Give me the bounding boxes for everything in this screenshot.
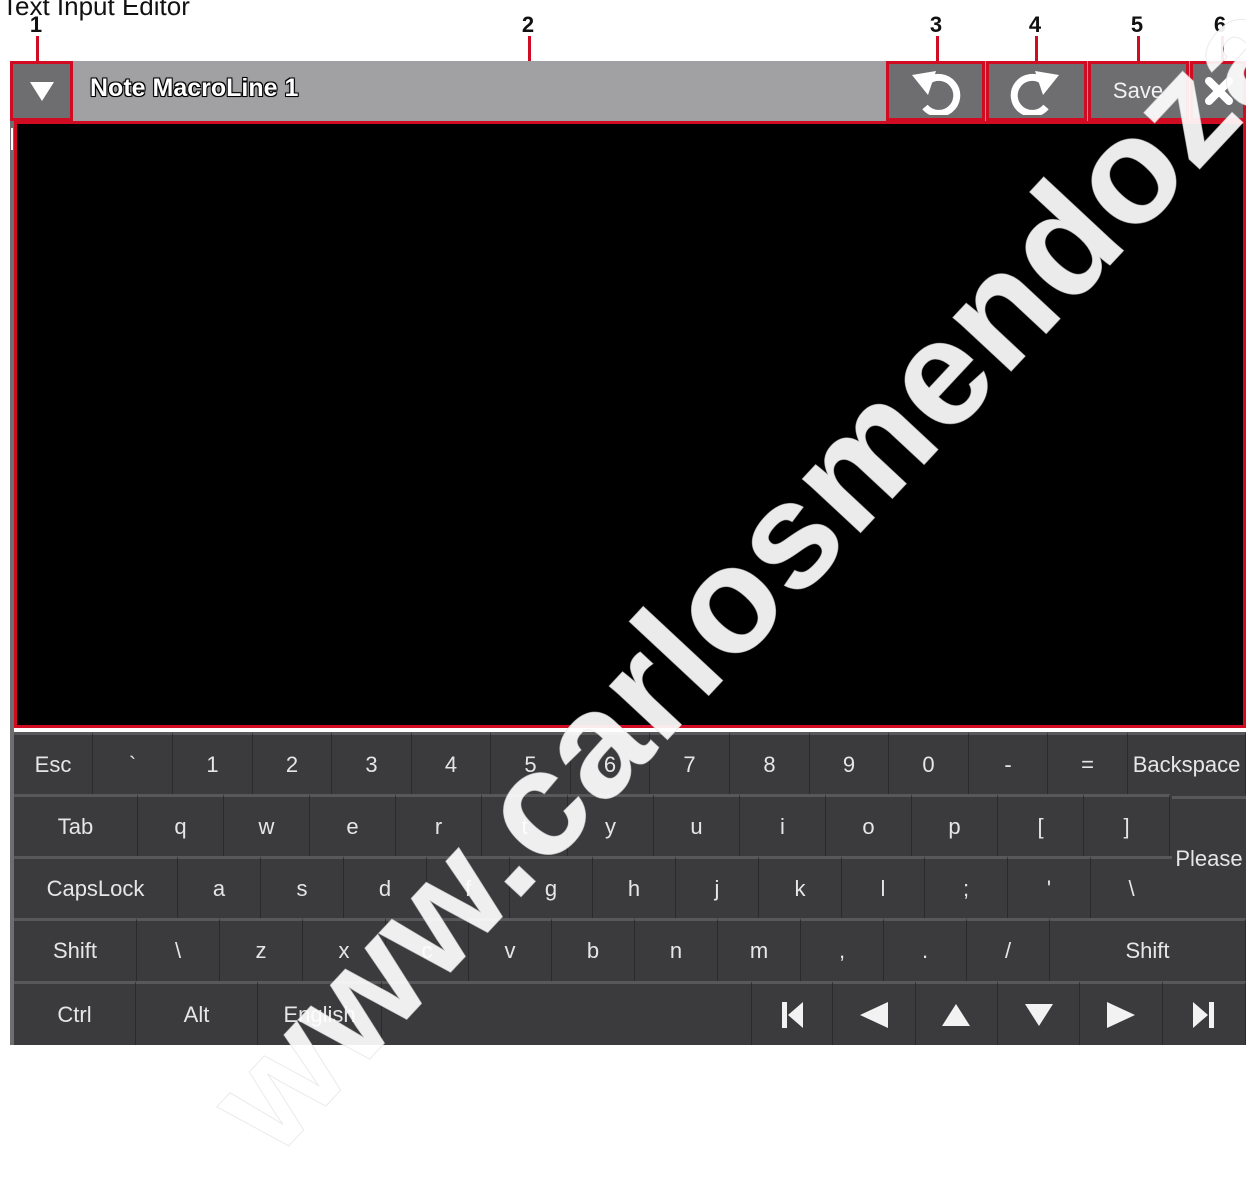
key-c[interactable]: c bbox=[386, 918, 469, 981]
key-b[interactable]: b bbox=[552, 918, 635, 981]
key-v[interactable]: v bbox=[469, 918, 552, 981]
key-j[interactable]: j bbox=[676, 856, 759, 918]
arrow-down-icon bbox=[1024, 1003, 1053, 1026]
key-equals[interactable]: = bbox=[1048, 732, 1128, 794]
key-u[interactable]: u bbox=[654, 794, 740, 856]
key-o[interactable]: o bbox=[826, 794, 912, 856]
callout-2: 2 bbox=[521, 12, 535, 37]
arrow-right-icon bbox=[1107, 1001, 1135, 1028]
key-minus[interactable]: - bbox=[969, 732, 1048, 794]
key-shift-left[interactable]: Shift bbox=[14, 918, 137, 981]
callout-line-3 bbox=[936, 36, 939, 62]
highlight-box-close bbox=[1190, 61, 1246, 121]
key-arrow-up[interactable] bbox=[915, 981, 999, 1045]
callout-5: 5 bbox=[1130, 12, 1144, 37]
key-i[interactable]: i bbox=[740, 794, 826, 856]
key-capslock[interactable]: CapsLock bbox=[14, 856, 178, 918]
key-y[interactable]: y bbox=[568, 794, 654, 856]
callout-line-1 bbox=[36, 36, 39, 62]
text-editor-area[interactable] bbox=[14, 121, 1246, 728]
keyboard-row-4: Shift \ z x c v b n m , . / Shift bbox=[14, 918, 1246, 981]
key-comma[interactable]: , bbox=[801, 918, 884, 981]
key-n[interactable]: n bbox=[635, 918, 718, 981]
key-apostrophe[interactable]: ' bbox=[1008, 856, 1091, 918]
key-5[interactable]: 5 bbox=[491, 732, 571, 794]
key-home[interactable] bbox=[752, 981, 834, 1045]
skip-to-end-icon bbox=[1192, 1001, 1214, 1028]
key-esc[interactable]: Esc bbox=[14, 732, 93, 794]
key-backtick[interactable]: ` bbox=[93, 732, 173, 794]
key-tab[interactable]: Tab bbox=[14, 794, 138, 856]
key-arrow-left[interactable] bbox=[833, 981, 916, 1045]
key-0[interactable]: 0 bbox=[889, 732, 969, 794]
text-caret bbox=[11, 128, 13, 150]
key-semicolon[interactable]: ; bbox=[925, 856, 1008, 918]
highlight-box-save bbox=[1088, 61, 1189, 121]
key-3[interactable]: 3 bbox=[332, 732, 412, 794]
key-l[interactable]: l bbox=[842, 856, 925, 918]
callout-3: 3 bbox=[929, 12, 943, 37]
key-shift-right[interactable]: Shift bbox=[1050, 918, 1246, 981]
key-backspace[interactable]: Backspace bbox=[1128, 732, 1246, 794]
key-4[interactable]: 4 bbox=[412, 732, 491, 794]
callout-4: 4 bbox=[1028, 12, 1042, 37]
key-space[interactable] bbox=[382, 981, 753, 1045]
keyboard-row-5: Ctrl Alt English bbox=[14, 981, 1246, 1045]
key-e[interactable]: e bbox=[310, 794, 396, 856]
key-q[interactable]: q bbox=[138, 794, 224, 856]
key-8[interactable]: 8 bbox=[730, 732, 810, 794]
highlight-box-undo bbox=[886, 61, 985, 121]
key-t[interactable]: t bbox=[482, 794, 568, 856]
key-language-english[interactable]: English bbox=[258, 981, 383, 1045]
keyboard-row-2: Tab q w e r t y u i o p [ ] bbox=[14, 794, 1246, 856]
key-a[interactable]: a bbox=[178, 856, 261, 918]
callout-1: 1 bbox=[29, 12, 43, 37]
key-left-bracket[interactable]: [ bbox=[998, 794, 1084, 856]
arrow-left-icon bbox=[860, 1001, 889, 1028]
highlight-box-menu bbox=[10, 61, 73, 121]
key-z[interactable]: z bbox=[220, 918, 303, 981]
key-arrow-right[interactable] bbox=[1080, 981, 1163, 1045]
key-g[interactable]: g bbox=[510, 856, 593, 918]
key-s[interactable]: s bbox=[261, 856, 344, 918]
callout-6: 6 bbox=[1213, 12, 1227, 37]
key-backslash-2[interactable]: \ bbox=[137, 918, 220, 981]
key-x[interactable]: x bbox=[303, 918, 386, 981]
keyboard-row-3: CapsLock a s d f g h j k l ; ' \ bbox=[14, 856, 1246, 918]
key-please[interactable]: Please bbox=[1172, 796, 1246, 918]
key-right-bracket[interactable]: ] bbox=[1084, 794, 1170, 856]
key-w[interactable]: w bbox=[224, 794, 310, 856]
key-p[interactable]: p bbox=[912, 794, 998, 856]
key-period[interactable]: . bbox=[884, 918, 967, 981]
key-r[interactable]: r bbox=[396, 794, 482, 856]
highlight-box-redo bbox=[986, 61, 1087, 121]
key-arrow-down[interactable] bbox=[998, 981, 1081, 1045]
key-6[interactable]: 6 bbox=[571, 732, 650, 794]
key-alt[interactable]: Alt bbox=[136, 981, 259, 1045]
key-1[interactable]: 1 bbox=[173, 732, 253, 794]
keyboard-row-1: Esc ` 1 2 3 4 5 6 7 8 9 0 - = Backspace bbox=[14, 732, 1246, 794]
key-9[interactable]: 9 bbox=[810, 732, 889, 794]
key-d[interactable]: d bbox=[344, 856, 427, 918]
key-7[interactable]: 7 bbox=[650, 732, 730, 794]
on-screen-keyboard: Esc ` 1 2 3 4 5 6 7 8 9 0 - = Backspace … bbox=[14, 732, 1246, 1045]
key-backslash[interactable]: \ bbox=[1091, 856, 1173, 918]
key-end[interactable] bbox=[1162, 981, 1246, 1045]
callout-line-4 bbox=[1035, 36, 1038, 62]
callout-line-6 bbox=[1221, 36, 1224, 62]
window-title: Note MacroLine 1 bbox=[90, 74, 299, 102]
key-f[interactable]: f bbox=[427, 856, 510, 918]
key-ctrl[interactable]: Ctrl bbox=[14, 981, 137, 1045]
arrow-up-icon bbox=[942, 1003, 971, 1026]
key-m[interactable]: m bbox=[718, 918, 801, 981]
callout-line-5 bbox=[1137, 36, 1140, 62]
skip-to-start-icon bbox=[782, 1001, 804, 1028]
key-slash[interactable]: / bbox=[967, 918, 1050, 981]
key-h[interactable]: h bbox=[593, 856, 676, 918]
key-k[interactable]: k bbox=[759, 856, 842, 918]
key-2[interactable]: 2 bbox=[253, 732, 332, 794]
